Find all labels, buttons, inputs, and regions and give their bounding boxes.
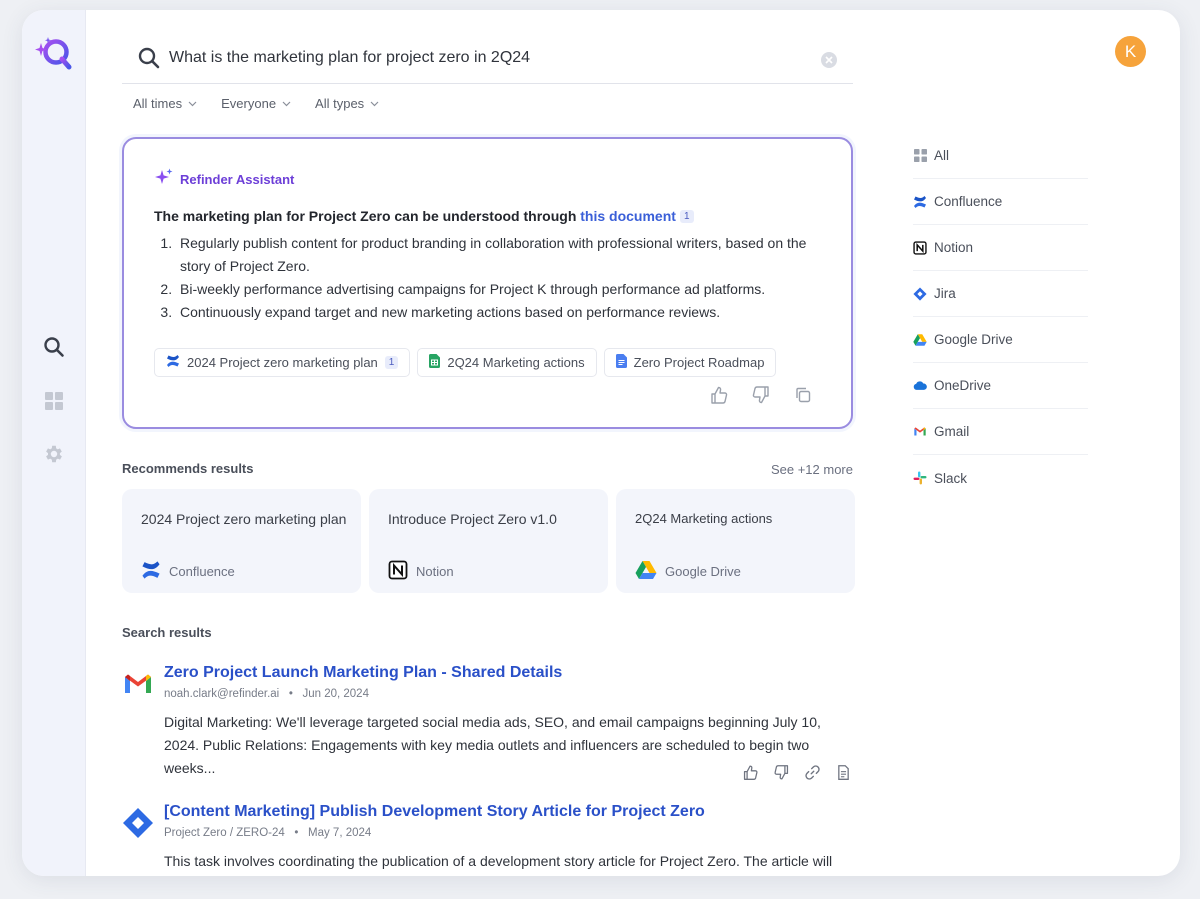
app-window: All times Everyone All types Refinder As… (22, 10, 1180, 876)
grid-icon (913, 149, 927, 163)
reference-chip[interactable]: 2Q24 Marketing actions (417, 348, 597, 377)
sparkle-icon (154, 167, 174, 192)
source-item-gmail[interactable]: Gmail (913, 409, 1088, 455)
result-title-link[interactable]: [Content Marketing] Publish Development … (164, 803, 705, 821)
rail-search-button[interactable] (40, 335, 68, 363)
jira-icon (913, 286, 927, 301)
gmail-icon (122, 668, 154, 700)
reference-chip[interactable]: Zero Project Roadmap (603, 348, 777, 377)
see-more-link[interactable]: See +12 more (771, 462, 853, 477)
assistant-title: Refinder Assistant (180, 172, 295, 187)
recommends-list: 2024 Project zero marketing plan Conflue… (122, 489, 855, 593)
google-docs-icon (615, 354, 627, 371)
slack-icon (913, 471, 927, 485)
rail-apps-button[interactable] (40, 389, 68, 417)
confluence-icon (166, 354, 180, 371)
refinder-logo-icon[interactable] (33, 34, 75, 74)
copy-icon[interactable] (793, 385, 813, 405)
source-item-confluence[interactable]: Confluence (913, 179, 1088, 225)
confluence-icon (141, 560, 161, 583)
source-item-slack[interactable]: Slack (913, 455, 1088, 501)
filter-people-dropdown[interactable]: Everyone (221, 96, 291, 111)
chevron-down-icon (282, 101, 291, 106)
result-meta: Project Zero / ZERO-24 • May 7, 2024 (164, 827, 372, 839)
gmail-icon (913, 425, 927, 439)
recommend-card[interactable]: 2024 Project zero marketing plan Conflue… (122, 489, 361, 593)
assistant-point: Bi-weekly performance advertising campai… (176, 278, 816, 301)
reference-chips: 2024 Project zero marketing plan 1 2Q24 … (154, 348, 777, 377)
search-bar (122, 32, 853, 84)
result-meta: noah.clark@refinder.ai • Jun 20, 2024 (164, 688, 369, 700)
document-icon[interactable] (835, 764, 852, 781)
thumbs-up-icon[interactable] (709, 385, 729, 405)
user-avatar[interactable]: K (1115, 36, 1146, 67)
search-icon (43, 336, 65, 363)
assistant-header: Refinder Assistant (154, 167, 294, 192)
google-drive-icon (635, 560, 657, 583)
recommend-card[interactable]: Introduce Project Zero v1.0 Notion (369, 489, 608, 593)
assistant-answer-card: Refinder Assistant The marketing plan fo… (122, 137, 853, 429)
thumbs-down-icon[interactable] (751, 385, 771, 405)
google-drive-icon (913, 333, 927, 347)
filter-bar: All times Everyone All types (133, 96, 379, 111)
confluence-icon (913, 195, 927, 209)
notion-icon (388, 560, 408, 583)
filter-type-dropdown[interactable]: All types (315, 96, 379, 111)
search-input[interactable] (169, 48, 789, 67)
assistant-point: Continuously expand target and new marke… (176, 301, 816, 324)
gear-icon (43, 443, 65, 470)
clear-search-button[interactable] (821, 52, 837, 68)
search-icon (138, 47, 160, 69)
thumbs-down-icon[interactable] (773, 764, 790, 781)
filter-time-dropdown[interactable]: All times (133, 96, 197, 111)
assistant-document-link[interactable]: this document (580, 208, 676, 224)
result-snippet: This task involves coordinating the publ… (164, 853, 833, 869)
assistant-points-list: Regularly publish content for product br… (176, 232, 816, 324)
result-actions (742, 764, 852, 781)
assistant-actions (709, 385, 813, 405)
google-sheets-icon (429, 354, 441, 371)
reference-chip[interactable]: 2024 Project zero marketing plan 1 (154, 348, 411, 377)
chevron-down-icon (188, 101, 197, 106)
notion-icon (913, 240, 927, 255)
assistant-lead: The marketing plan for Project Zero can … (154, 208, 694, 224)
close-icon (825, 56, 833, 64)
citation-badge[interactable]: 1 (679, 210, 694, 223)
onedrive-icon (913, 379, 927, 393)
recommends-title: Recommends results (122, 461, 254, 476)
citation-badge: 1 (384, 356, 399, 369)
source-item-notion[interactable]: Notion (913, 225, 1088, 271)
source-item-all[interactable]: All (913, 133, 1088, 179)
rail-settings-button[interactable] (40, 442, 68, 470)
recommend-card[interactable]: 2Q24 Marketing actions Google Drive (616, 489, 855, 593)
source-item-google-drive[interactable]: Google Drive (913, 317, 1088, 363)
source-item-jira[interactable]: Jira (913, 271, 1088, 317)
link-icon[interactable] (804, 764, 821, 781)
source-item-onedrive[interactable]: OneDrive (913, 363, 1088, 409)
sidebar-rail (22, 10, 86, 876)
search-results-title: Search results (122, 625, 212, 640)
jira-icon (122, 807, 154, 839)
thumbs-up-icon[interactable] (742, 764, 759, 781)
grid-icon (44, 391, 64, 416)
main-content: All times Everyone All types Refinder As… (122, 10, 862, 876)
result-title-link[interactable]: Zero Project Launch Marketing Plan - Sha… (164, 664, 562, 682)
source-filter-list: All Confluence Notion Jira Google Drive (913, 133, 1088, 501)
chevron-down-icon (370, 101, 379, 106)
assistant-point: Regularly publish content for product br… (176, 232, 816, 278)
